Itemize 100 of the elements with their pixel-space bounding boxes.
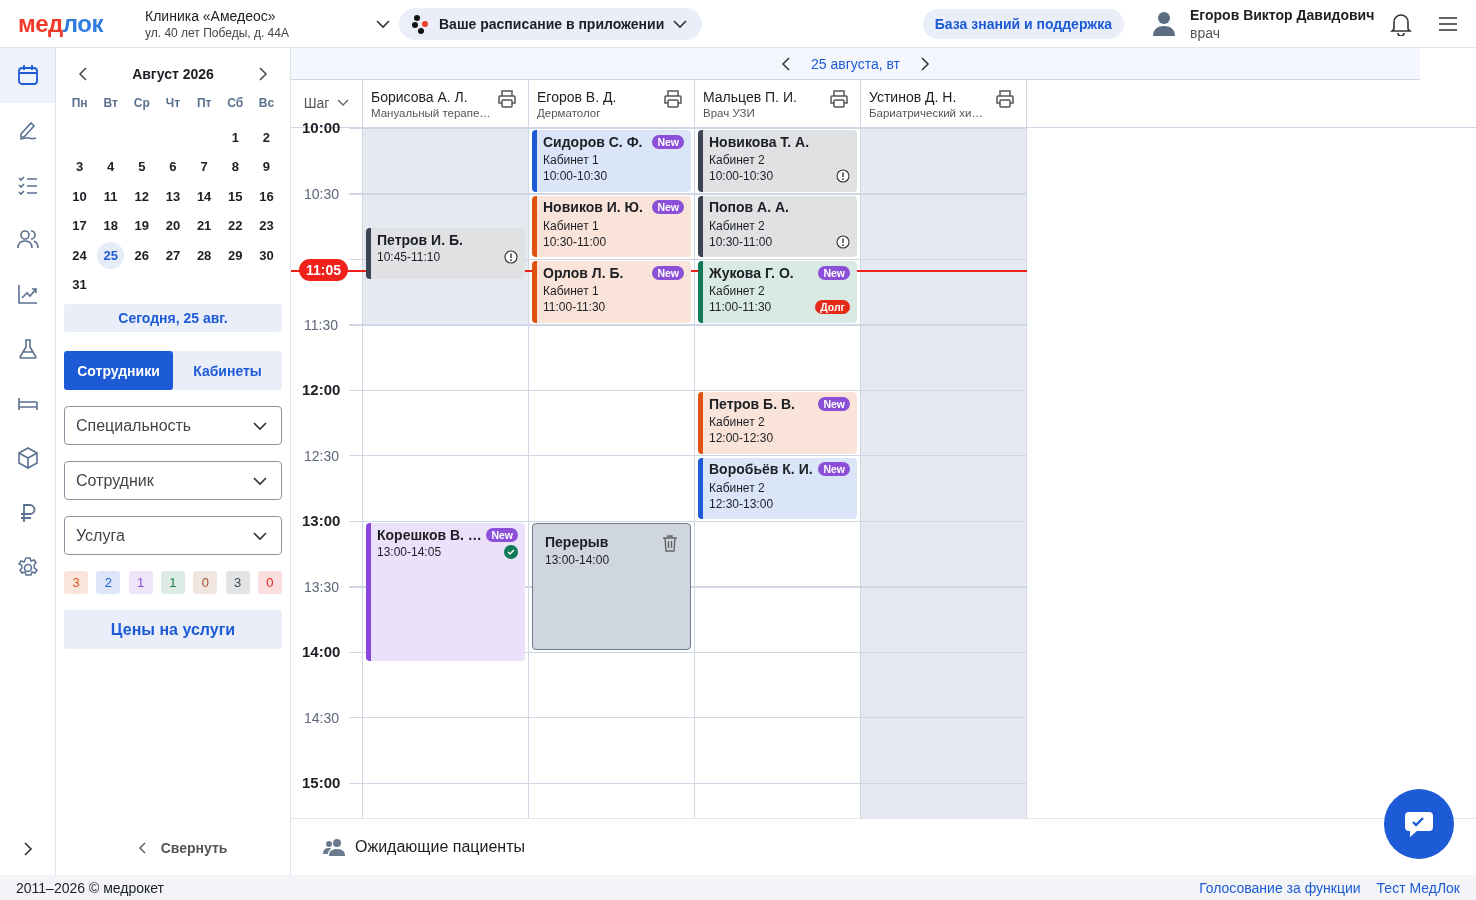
calendar-day[interactable]: 28 xyxy=(190,242,218,269)
calendar-day[interactable]: 27 xyxy=(159,242,187,269)
today-button[interactable]: Сегодня, 25 авг. xyxy=(64,304,282,332)
chart-icon xyxy=(16,283,39,306)
user-icon[interactable] xyxy=(1152,10,1176,37)
patient-name: Жукова Г. О. xyxy=(709,264,794,281)
printer-icon[interactable] xyxy=(829,89,849,109)
view-tab[interactable]: Кабинеты xyxy=(173,351,282,390)
appointment-card[interactable]: Воробьёв К. И. New Кабинет 2 12:30-13:00 xyxy=(698,457,857,519)
alert-icon xyxy=(836,234,850,249)
room-label: Кабинет 2 xyxy=(709,284,766,298)
footer-link[interactable]: Голосование за функции xyxy=(1199,879,1361,896)
calendar-day[interactable]: 20 xyxy=(159,212,187,239)
prices-button[interactable]: Цены на услуги xyxy=(64,610,282,649)
calendar-day[interactable]: 14 xyxy=(190,183,218,210)
filter-dropdown[interactable]: Специальность xyxy=(64,406,282,445)
weekday-label: Ср xyxy=(132,95,151,112)
chevron-left-icon[interactable] xyxy=(78,67,88,81)
calendar-day[interactable]: 25 xyxy=(97,242,124,269)
appointment-card[interactable]: Новикова Т. А. Кабинет 2 10:00-10:30 xyxy=(698,130,857,192)
calendar-day[interactable]: 1 xyxy=(222,124,249,151)
chevron-down-icon xyxy=(252,421,268,431)
menu-icon[interactable] xyxy=(1438,15,1458,32)
status-counter: 0 xyxy=(193,571,218,594)
doctor-specialty: Дерматолог xyxy=(537,107,602,119)
time-label: 12:30 xyxy=(304,446,340,465)
appointment-card[interactable]: Корешков В. … New 13:00-14:05 xyxy=(366,523,525,661)
doctor-name: Егоров В. Д. xyxy=(537,89,617,105)
calendar-day[interactable]: 17 xyxy=(66,212,93,239)
users-icon xyxy=(16,228,39,251)
bell-icon[interactable] xyxy=(1390,11,1412,36)
calendar-day[interactable]: 11 xyxy=(97,183,124,210)
filter-dropdown[interactable]: Услуга xyxy=(64,516,282,555)
calendar-day[interactable]: 9 xyxy=(253,153,280,180)
status-counter: 2 xyxy=(96,571,121,594)
dots-icon xyxy=(411,13,431,34)
time-label: 10:30 xyxy=(304,184,340,203)
calendar-day[interactable]: 24 xyxy=(66,242,93,269)
nav-item[interactable] xyxy=(0,48,55,103)
step-dropdown[interactable]: Шаг xyxy=(303,94,350,112)
calendar-day[interactable]: 21 xyxy=(190,212,218,239)
calendar-day[interactable]: 15 xyxy=(222,183,249,210)
calendar-day[interactable]: 23 xyxy=(253,212,280,239)
appointment-card[interactable]: Петров Б. В. New Кабинет 2 12:00-12:30 xyxy=(698,392,857,454)
calendar-day[interactable]: 6 xyxy=(159,153,187,180)
time-label: 12:00 xyxy=(302,381,341,399)
current-date[interactable]: 25 августа, вт xyxy=(811,55,900,72)
printer-icon[interactable] xyxy=(995,89,1015,109)
calendar-day[interactable]: 30 xyxy=(253,242,280,269)
chevron-down-icon xyxy=(252,476,268,486)
appointment-card[interactable]: Сидоров С. Ф. New Кабинет 1 10:00-10:30 xyxy=(532,130,691,192)
printer-icon[interactable] xyxy=(497,89,517,109)
chevron-right-icon[interactable] xyxy=(258,67,268,81)
footer-link[interactable]: Тест МедЛок xyxy=(1376,879,1460,896)
appointment-card[interactable]: Жукова Г. О. New Кабинет 2 11:00-11:30 Долг xyxy=(698,261,857,323)
help-button[interactable]: База знаний и поддержка xyxy=(922,8,1124,39)
calendar-day[interactable]: 3 xyxy=(66,153,93,180)
chevron-left-icon[interactable] xyxy=(781,56,791,71)
calendar-day[interactable]: 4 xyxy=(97,153,124,180)
calendar-day[interactable]: 31 xyxy=(66,271,93,298)
chevron-right-icon[interactable] xyxy=(22,841,33,857)
calendar-day[interactable]: 8 xyxy=(222,153,249,180)
calendar-day[interactable]: 13 xyxy=(159,183,187,210)
appointment-card[interactable]: Петров И. Б. 10:45-11:10 xyxy=(366,228,525,279)
collapse-button[interactable]: Свернуть xyxy=(132,839,234,857)
trash-icon[interactable] xyxy=(662,534,678,552)
appointment-card[interactable]: Попов А. А. Кабинет 2 10:30-11:00 xyxy=(698,195,857,257)
logo[interactable]: медлок xyxy=(18,9,145,38)
printer-icon[interactable] xyxy=(663,89,683,109)
app-promo-button[interactable]: Ваше расписание в приложении xyxy=(399,7,703,40)
chevron-down-icon[interactable] xyxy=(375,18,391,29)
calendar-day[interactable]: 29 xyxy=(222,242,249,269)
settings-icon xyxy=(16,556,39,579)
room-label: Кабинет 1 xyxy=(543,284,600,298)
view-tab[interactable]: Сотрудники xyxy=(64,351,173,390)
flask-icon xyxy=(16,337,39,360)
filter-dropdown[interactable]: Сотрудник xyxy=(64,461,282,500)
chevron-down-icon xyxy=(672,18,689,29)
waiting-patients-label[interactable]: Ожидающие пациенты xyxy=(355,838,525,856)
calendar-day[interactable]: 10 xyxy=(66,183,93,210)
calendar-day[interactable]: 12 xyxy=(128,183,156,210)
appointment-card[interactable]: Орлов Л. Б. New Кабинет 1 11:00-11:30 xyxy=(532,261,691,323)
calendar-day[interactable]: 16 xyxy=(253,183,280,210)
calendar-day[interactable]: 2 xyxy=(253,124,280,151)
calendar-day[interactable]: 18 xyxy=(97,212,124,239)
calendar-day[interactable]: 19 xyxy=(128,212,156,239)
appointment-time: 10:00-10:30 xyxy=(543,169,608,183)
new-badge: New xyxy=(486,527,518,542)
break-card[interactable]: Перерыв 13:00-14:00 xyxy=(532,523,691,650)
users-icon[interactable] xyxy=(323,838,345,856)
calendar-day[interactable]: 22 xyxy=(222,212,249,239)
calendar-day[interactable]: 26 xyxy=(128,242,156,269)
weekday-label: Чт xyxy=(164,95,182,112)
calendar-day[interactable]: 5 xyxy=(128,153,156,180)
chevron-right-icon[interactable] xyxy=(920,56,930,71)
time-label: 13:00 xyxy=(302,512,341,530)
appointment-card[interactable]: Новиков И. Ю. New Кабинет 1 10:30-11:00 xyxy=(532,195,691,257)
calendar-day[interactable]: 7 xyxy=(190,153,218,180)
clinic-name: Клиника «Амедеос» xyxy=(145,7,277,24)
appointment-time: 13:00-14:05 xyxy=(377,545,442,559)
